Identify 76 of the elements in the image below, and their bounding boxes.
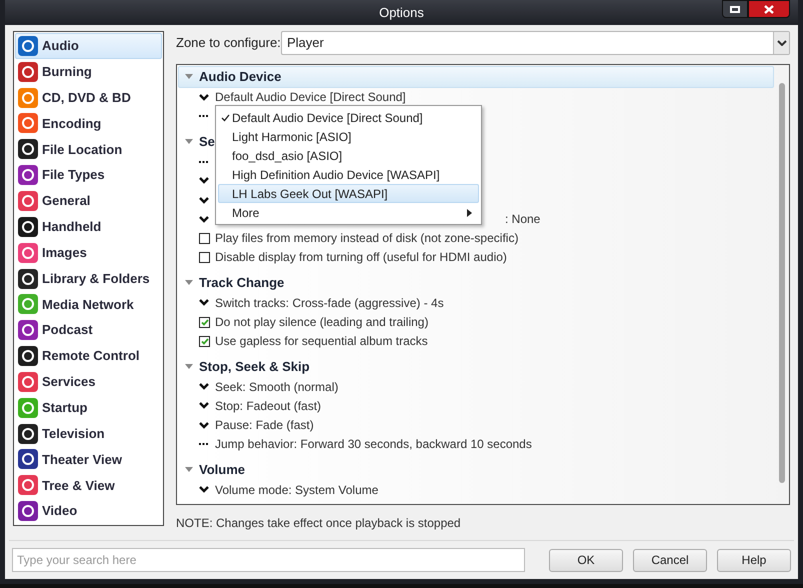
setting-text: Do not play silence (leading and trailing) xyxy=(215,314,428,332)
setting-text: Volume mode: System Volume xyxy=(215,482,378,499)
setting-text: Stop: Fadeout (fast) xyxy=(215,398,322,415)
category-item[interactable]: Podcast xyxy=(15,317,162,344)
setting-text: Play files from memory instead of disk (not zone-specific) xyxy=(215,230,518,248)
category-item[interactable]: Handheld xyxy=(15,214,162,240)
category-item[interactable]: Services xyxy=(15,368,162,395)
setting-text: Disable display from turning off (useful for HDMI audio) xyxy=(215,249,507,266)
category-item[interactable]: General xyxy=(15,188,162,214)
zone-dropdown[interactable]: Player xyxy=(281,31,790,55)
maximize-button[interactable] xyxy=(722,0,748,18)
setting-text: Default Audio Device [Direct Sound] xyxy=(215,89,406,106)
setting-text: Jump behavior: Forward 30 seconds, backward 10 seconds xyxy=(215,436,532,454)
setting-text: Pause: Fade (fast) xyxy=(215,417,314,434)
category-item[interactable]: Theater View xyxy=(15,446,162,472)
triangle-down-icon[interactable] xyxy=(185,74,193,80)
menu-item[interactable]: LH Labs Geek Out [WASAPI] xyxy=(218,184,479,203)
section-title[interactable]: Stop, Seek & Skip xyxy=(199,356,310,376)
triangle-down-icon[interactable] xyxy=(185,280,193,286)
dialog-button[interactable]: Help xyxy=(717,548,791,572)
chevron-down-icon[interactable] xyxy=(199,422,209,428)
menu-item[interactable]: Default Audio Device [Direct Sound] xyxy=(218,108,479,127)
menu-item[interactable]: foo_dsd_asio [ASIO] xyxy=(218,146,479,165)
checkbox[interactable] xyxy=(199,232,210,244)
section-header[interactable]: Audio Device xyxy=(178,66,774,88)
close-button[interactable] xyxy=(748,0,790,18)
dialog-button[interactable]: Cancel xyxy=(633,548,707,572)
chevron-down-icon[interactable] xyxy=(199,196,209,204)
ellipsis-icon[interactable] xyxy=(199,160,208,163)
window-title: Options xyxy=(379,4,424,22)
chevron-down-icon[interactable] xyxy=(199,486,209,494)
section-title[interactable]: Se xyxy=(199,132,215,152)
chevron-down-icon[interactable] xyxy=(199,383,209,390)
section-title[interactable]: Volume xyxy=(199,460,245,480)
note-text: NOTE: Changes take effect once playback is stopped xyxy=(176,515,462,532)
chevron-down-icon[interactable] xyxy=(199,177,209,184)
close-icon xyxy=(764,4,774,14)
category-item[interactable]: Television xyxy=(15,420,162,446)
chevron-down-icon[interactable] xyxy=(199,402,209,410)
category-item[interactable]: Images xyxy=(15,240,162,266)
chevron-down-icon xyxy=(773,32,789,54)
category-item[interactable]: Burning xyxy=(15,58,162,85)
triangle-down-icon[interactable] xyxy=(185,466,193,472)
ellipsis-icon[interactable] xyxy=(199,443,208,446)
setting-text: Switch tracks: Cross-fade (aggressive) - 4s xyxy=(215,294,444,312)
setting-text: Use gapless for sequential album tracks xyxy=(215,333,428,350)
menu-item[interactable]: More xyxy=(218,203,479,222)
checkbox[interactable] xyxy=(199,316,210,328)
chevron-down-icon[interactable] xyxy=(199,216,209,223)
checkbox[interactable] xyxy=(199,252,210,263)
category-item[interactable]: Audio xyxy=(15,33,162,59)
category-item[interactable]: Remote Control xyxy=(15,343,162,369)
menu-item[interactable]: High Definition Audio Device [WASAPI] xyxy=(218,165,479,184)
triangle-down-icon[interactable] xyxy=(185,364,193,369)
search-field[interactable]: Type your search here xyxy=(12,548,525,572)
chevron-down-icon[interactable] xyxy=(199,299,209,306)
category-item[interactable]: Media Network xyxy=(15,291,162,318)
category-item[interactable]: File Location xyxy=(15,136,162,162)
category-item[interactable]: Library & Folders xyxy=(15,266,162,292)
zone-label: Zone to configure: xyxy=(176,34,281,52)
menu-item[interactable]: Light Harmonic [ASIO] xyxy=(218,127,479,146)
category-item[interactable]: Encoding xyxy=(15,110,162,136)
category-item[interactable]: CD, DVD & BD xyxy=(15,84,162,111)
dialog-button[interactable]: OK xyxy=(549,548,623,572)
check-icon xyxy=(221,114,230,122)
category-item[interactable]: Startup xyxy=(15,394,162,421)
ellipsis-icon[interactable] xyxy=(199,115,208,118)
triangle-down-icon[interactable] xyxy=(185,138,193,144)
setting-text: Seek: Smooth (normal) xyxy=(215,378,338,396)
chevron-down-icon[interactable] xyxy=(199,94,209,101)
category-item[interactable]: Tree & View xyxy=(15,472,162,498)
checkbox[interactable] xyxy=(199,336,210,347)
category-item[interactable]: Video xyxy=(15,498,162,524)
category-item[interactable]: File Types xyxy=(15,162,162,188)
setting-text: : None xyxy=(505,211,540,228)
section-title[interactable]: Track Change xyxy=(199,272,284,292)
